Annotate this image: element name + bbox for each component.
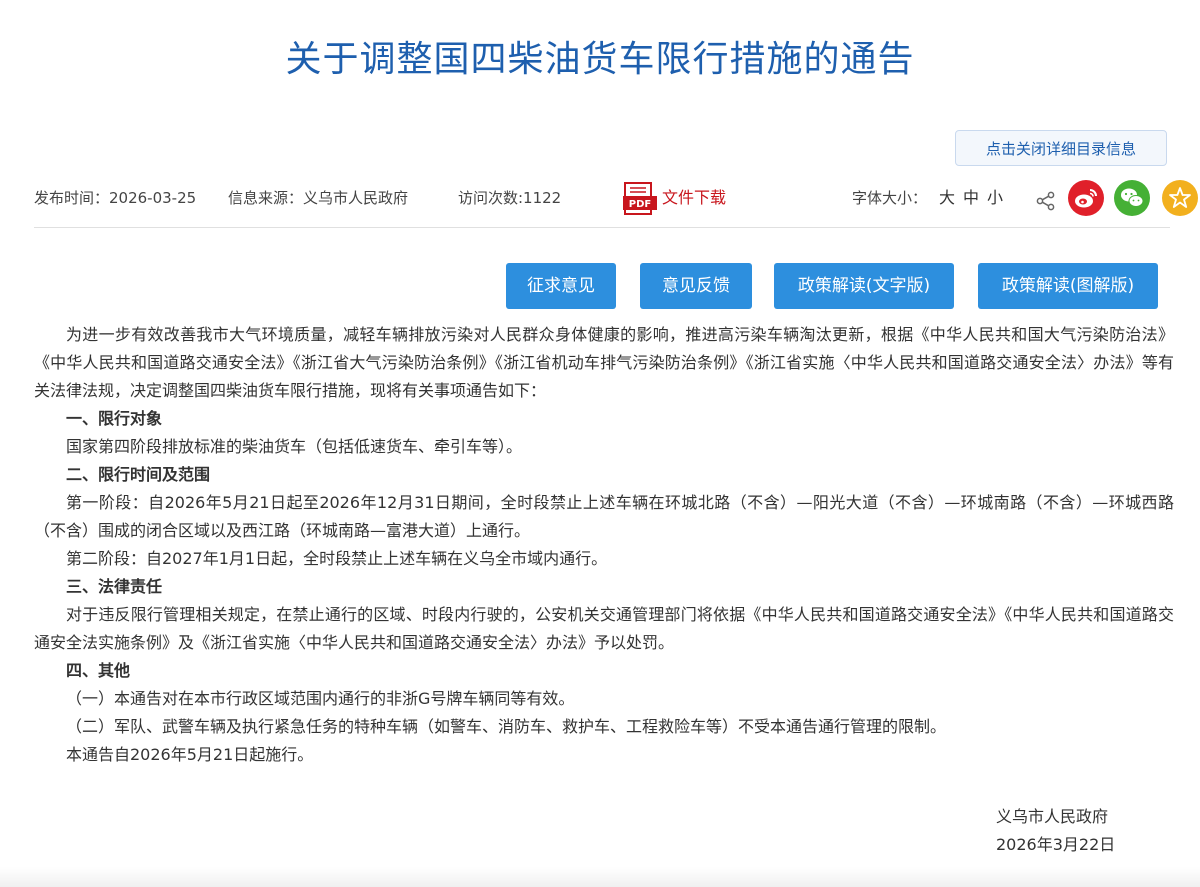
header-divider [34,227,1170,228]
weibo-icon[interactable] [1068,180,1104,216]
paragraph-2b: 第二阶段：自2027年1月1日起，全时段禁止上述车辆在义乌全市域内通行。 [66,549,608,568]
paragraph-3: 对于违反限行管理相关规定，在禁止通行的区域、时段内行驶的，公安机关交通管理部门将… [34,605,1174,652]
policy-interpretation-graphic-button[interactable]: 政策解读(图解版) [978,263,1158,309]
wechat-icon[interactable] [1114,180,1150,216]
publish-date: 发布时间：2026-03-25 [34,189,197,207]
visit-count: 访问次数:1122 [458,189,562,207]
paragraph-5: 本通告自2026年5月21日起施行。 [66,745,314,764]
feedback-button[interactable]: 意见反馈 [640,263,752,309]
signature-org: 义乌市人民政府 [996,807,1109,826]
toggle-catalog-button[interactable]: 点击关闭详细目录信息 [955,130,1167,166]
paragraph-4a: （一）本通告对在本市行政区域范围内通行的非浙G号牌车辆同等有效。 [66,689,575,708]
font-size-large[interactable]: 大 [939,180,955,216]
font-size-medium[interactable]: 中 [963,180,979,216]
file-download-link[interactable]: 文件下载 [662,180,726,216]
section-heading-3: 三、法律责任 [66,577,163,596]
star-icon[interactable] [1162,180,1198,216]
section-heading-4: 四、其他 [66,661,131,680]
pdf-icon[interactable]: PDF [623,182,657,215]
paragraph-2a: 第一阶段：自2026年5月21日起至2026年12月31日期间，全时段禁止上述车… [34,493,1174,540]
font-size-label: 字体大小： [852,189,928,207]
section-heading-1: 一、限行对象 [66,409,163,428]
info-source: 信息来源：义乌市人民政府 [228,189,409,207]
intro-paragraph: 为进一步有效改善我市大气环境质量，减轻车辆排放污染对人民群众身体健康的影响，推进… [34,325,1174,400]
article-body: 为进一步有效改善我市大气环境质量，减轻车辆排放污染对人民群众身体健康的影响，推进… [34,321,1174,769]
font-size-small[interactable]: 小 [987,180,1003,216]
solicit-opinion-button[interactable]: 征求意见 [506,263,616,309]
paragraph-4b: （二）军队、武警车辆及执行紧急任务的特种车辆（如警车、消防车、救护车、工程救险车… [66,717,947,736]
page-title: 关于调整国四柴油货车限行措施的通告 [285,39,915,80]
signature-date: 2026年3月22日 [996,835,1116,854]
share-icon[interactable] [1036,188,1056,211]
policy-interpretation-text-button[interactable]: 政策解读(文字版) [774,263,954,309]
meta-bar: 发布时间：2026-03-25 信息来源：义乌市人民政府 访问次数:1122 P… [34,180,1198,216]
pdf-icon-text: PDF [629,199,651,210]
section-heading-2: 二、限行时间及范围 [66,465,211,484]
paragraph-1: 国家第四阶段排放标准的柴油货车（包括低速货车、牵引车等）。 [66,437,523,456]
bottom-fade [0,867,1200,887]
